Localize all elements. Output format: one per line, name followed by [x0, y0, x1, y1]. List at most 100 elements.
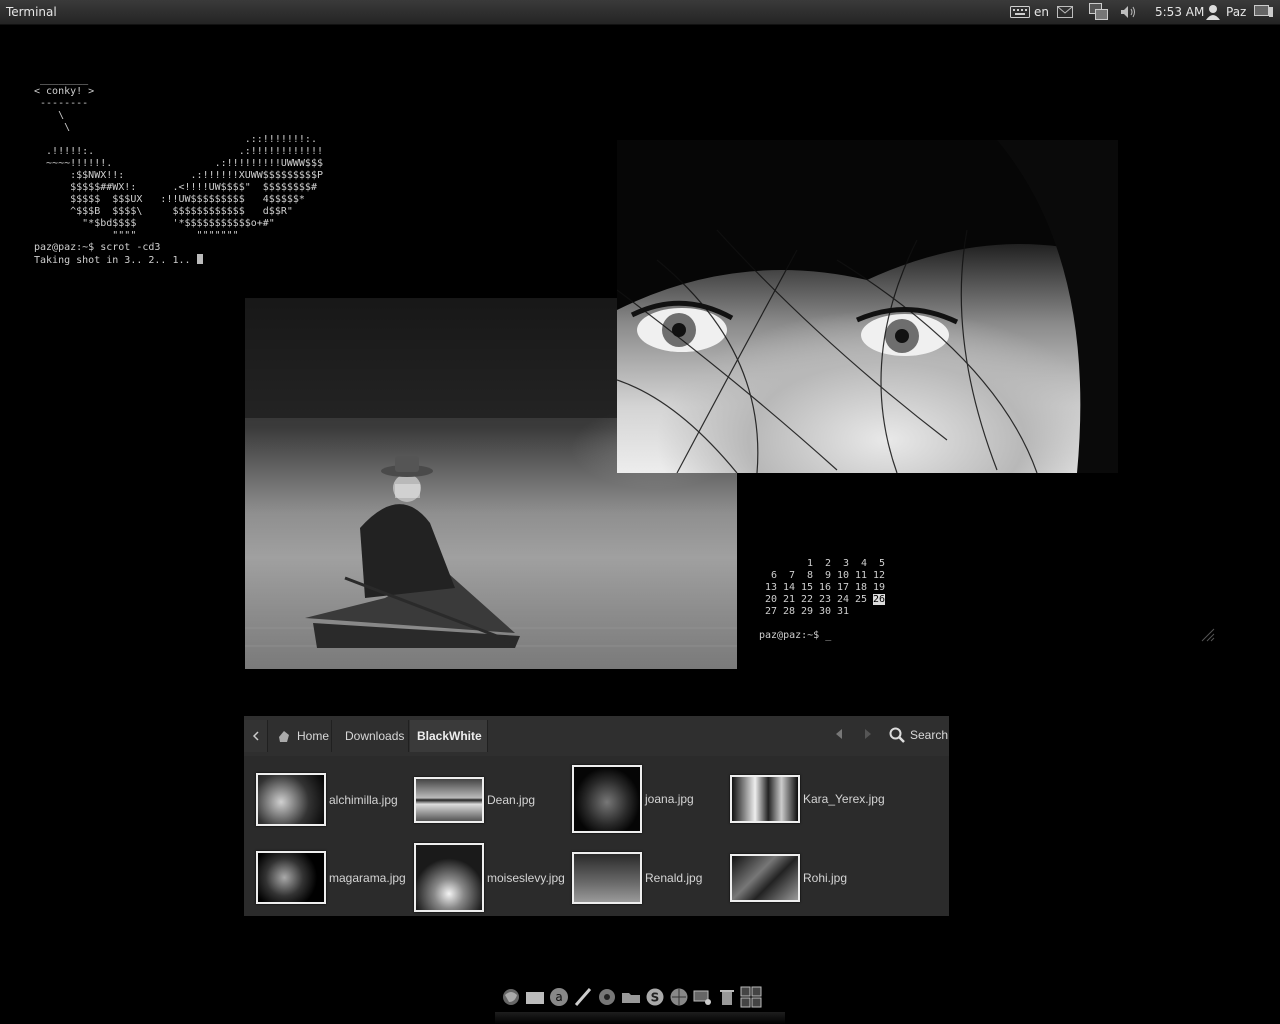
folder-icon[interactable]	[620, 986, 642, 1008]
calendar-day: 27	[764, 606, 777, 617]
settings-icon[interactable]	[692, 986, 714, 1008]
workspaces-icon[interactable]	[740, 986, 762, 1008]
terminal-cursor	[196, 254, 203, 264]
skype-icon[interactable]: S	[644, 986, 666, 1008]
calendar-day: 24	[836, 594, 849, 605]
calendar-day: 16	[818, 582, 831, 593]
file-thumbnail	[572, 765, 642, 833]
editor-icon[interactable]	[572, 986, 594, 1008]
calendar-day: 2	[824, 558, 831, 569]
calendar-day	[777, 558, 795, 570]
clock[interactable]: 5:53 AM	[1155, 4, 1204, 20]
ascii-art-line: :$$NWX!!: .:!!!!!!XUWW$$$$$$$$$P	[34, 170, 323, 181]
file-manager-toolbar: Home Downloads BlackWhite Search	[244, 716, 949, 756]
file-thumbnail	[730, 854, 800, 902]
breadcrumb-blackwhite[interactable]: BlackWhite	[410, 720, 488, 752]
calendar-today: 26	[867, 594, 885, 606]
calendar-day: 23	[818, 594, 831, 605]
file-name: joana.jpg	[645, 792, 694, 806]
file-item[interactable]: joana.jpg	[572, 765, 694, 833]
file-item[interactable]: magarama.jpg	[256, 851, 406, 904]
calendar-day: 20	[764, 594, 777, 605]
user-icon[interactable]	[1206, 4, 1220, 20]
media-icon[interactable]	[596, 986, 618, 1008]
calendar-day: 14	[782, 582, 795, 593]
breadcrumb-downloads[interactable]: Downloads	[333, 720, 409, 752]
calendar-day: 10	[836, 570, 849, 581]
calendar-today-label: 26	[872, 594, 885, 605]
breadcrumb-home-label: Home	[297, 729, 330, 743]
ascii-art-line: $$$$$##WX!: .<!!!!UW$$$$" $$$$$$$$#	[34, 182, 317, 193]
firefox-icon[interactable]	[500, 986, 522, 1008]
calendar-day: 11	[854, 570, 867, 581]
browser-icon[interactable]	[668, 986, 690, 1008]
resize-grip-icon[interactable]	[1199, 626, 1215, 642]
keyboard-icon[interactable]	[1010, 4, 1030, 20]
file-thumbnail	[256, 851, 326, 904]
calendar-day: 31	[836, 606, 849, 617]
calendar-day: 29	[800, 606, 813, 617]
svg-text:S: S	[651, 991, 660, 1005]
ascii-art-line: < conky! >	[34, 86, 95, 97]
file-thumbnail	[414, 843, 484, 912]
calendar-day	[759, 558, 777, 570]
file-item[interactable]: Dean.jpg	[414, 777, 535, 823]
mail-icon[interactable]	[1057, 4, 1073, 20]
ascii-art-line: "*$bd$$$$ '*$$$$$$$$$$$o+#"	[34, 218, 275, 229]
calendar-day: 17	[836, 582, 849, 593]
calendar-day: 25	[854, 594, 867, 605]
trash-icon[interactable]	[716, 986, 738, 1008]
keyboard-layout-indicator[interactable]: en	[1034, 4, 1049, 20]
files-icon[interactable]	[524, 986, 546, 1008]
terminal-output: ________ < conky! > -------- \ \ .::!!!!…	[34, 74, 323, 267]
network-icon[interactable]	[1089, 3, 1109, 20]
file-thumbnail	[572, 852, 642, 904]
calendar-day: 9	[824, 570, 831, 581]
calendar-week: 27 28 29 30 31	[759, 606, 885, 618]
ascii-art-line: ^$$$B $$$$\ $$$$$$$$$$$$ d$$R"	[34, 206, 293, 217]
search-button[interactable]: Search	[889, 727, 948, 743]
calendar-day: 19	[872, 582, 885, 593]
nav-back-icon[interactable]	[834, 728, 844, 743]
session-icon[interactable]	[1254, 4, 1274, 20]
user-name[interactable]: Paz	[1226, 4, 1246, 20]
ascii-art-line: \	[34, 122, 71, 133]
top-panel: Terminal en 5:53 AM Paz	[0, 0, 1280, 25]
svg-text:a: a	[555, 990, 562, 1004]
file-name: alchimilla.jpg	[329, 792, 398, 807]
breadcrumb-back-button[interactable]	[244, 720, 268, 752]
terminal-prompt-line: paz@paz:~$ scrot -cd3	[34, 242, 161, 253]
file-item[interactable]: moiseslevy.jpg	[414, 843, 565, 912]
calendar-day: 4	[860, 558, 867, 569]
ascii-art-line: --------	[34, 98, 89, 109]
active-app-title[interactable]: Terminal	[6, 5, 57, 19]
calendar-day: 6	[770, 570, 777, 581]
calendar-day: 12	[872, 570, 885, 581]
file-manager-window: Home Downloads BlackWhite Search alchimi…	[244, 716, 949, 916]
calendar-day: 1	[806, 558, 813, 569]
calendar-day: 18	[854, 582, 867, 593]
calendar-day: 7	[788, 570, 795, 581]
nav-forward-icon[interactable]	[863, 728, 873, 743]
file-item[interactable]: Renald.jpg	[572, 852, 702, 904]
terminal-output-line: Taking shot in 3.. 2.. 1..	[34, 255, 197, 266]
calendar-day	[867, 606, 885, 618]
breadcrumb-home[interactable]: Home	[269, 720, 332, 752]
file-item[interactable]: alchimilla.jpg	[256, 773, 398, 826]
ascii-art-line: ________	[34, 74, 89, 85]
ascii-art-line: $$$$$ $$$UX :!!UW$$$$$$$$$ 4$$$$$*	[34, 194, 305, 205]
search-label: Search	[910, 728, 949, 742]
calendar-week: 13 14 15 16 17 18 19	[759, 582, 885, 594]
calendar-day: 28	[782, 606, 795, 617]
software-center-icon[interactable]: a	[548, 986, 570, 1008]
file-name: moiseslevy.jpg	[487, 870, 565, 885]
calendar-week: 20 21 22 23 24 25 26	[759, 594, 885, 606]
file-name: Rohi.jpg	[803, 871, 848, 885]
calendar-day: 21	[782, 594, 795, 605]
file-item[interactable]: Rohi.jpg	[730, 854, 847, 902]
volume-icon[interactable]	[1120, 4, 1138, 20]
ascii-art-line: .!!!!!:. .:!!!!!!!!!!!!	[34, 146, 323, 157]
calendar-day: 30	[818, 606, 831, 617]
calendar-week: 1 2 3 4 5	[759, 558, 885, 570]
file-item[interactable]: Kara_Yerex.jpg	[730, 775, 885, 823]
